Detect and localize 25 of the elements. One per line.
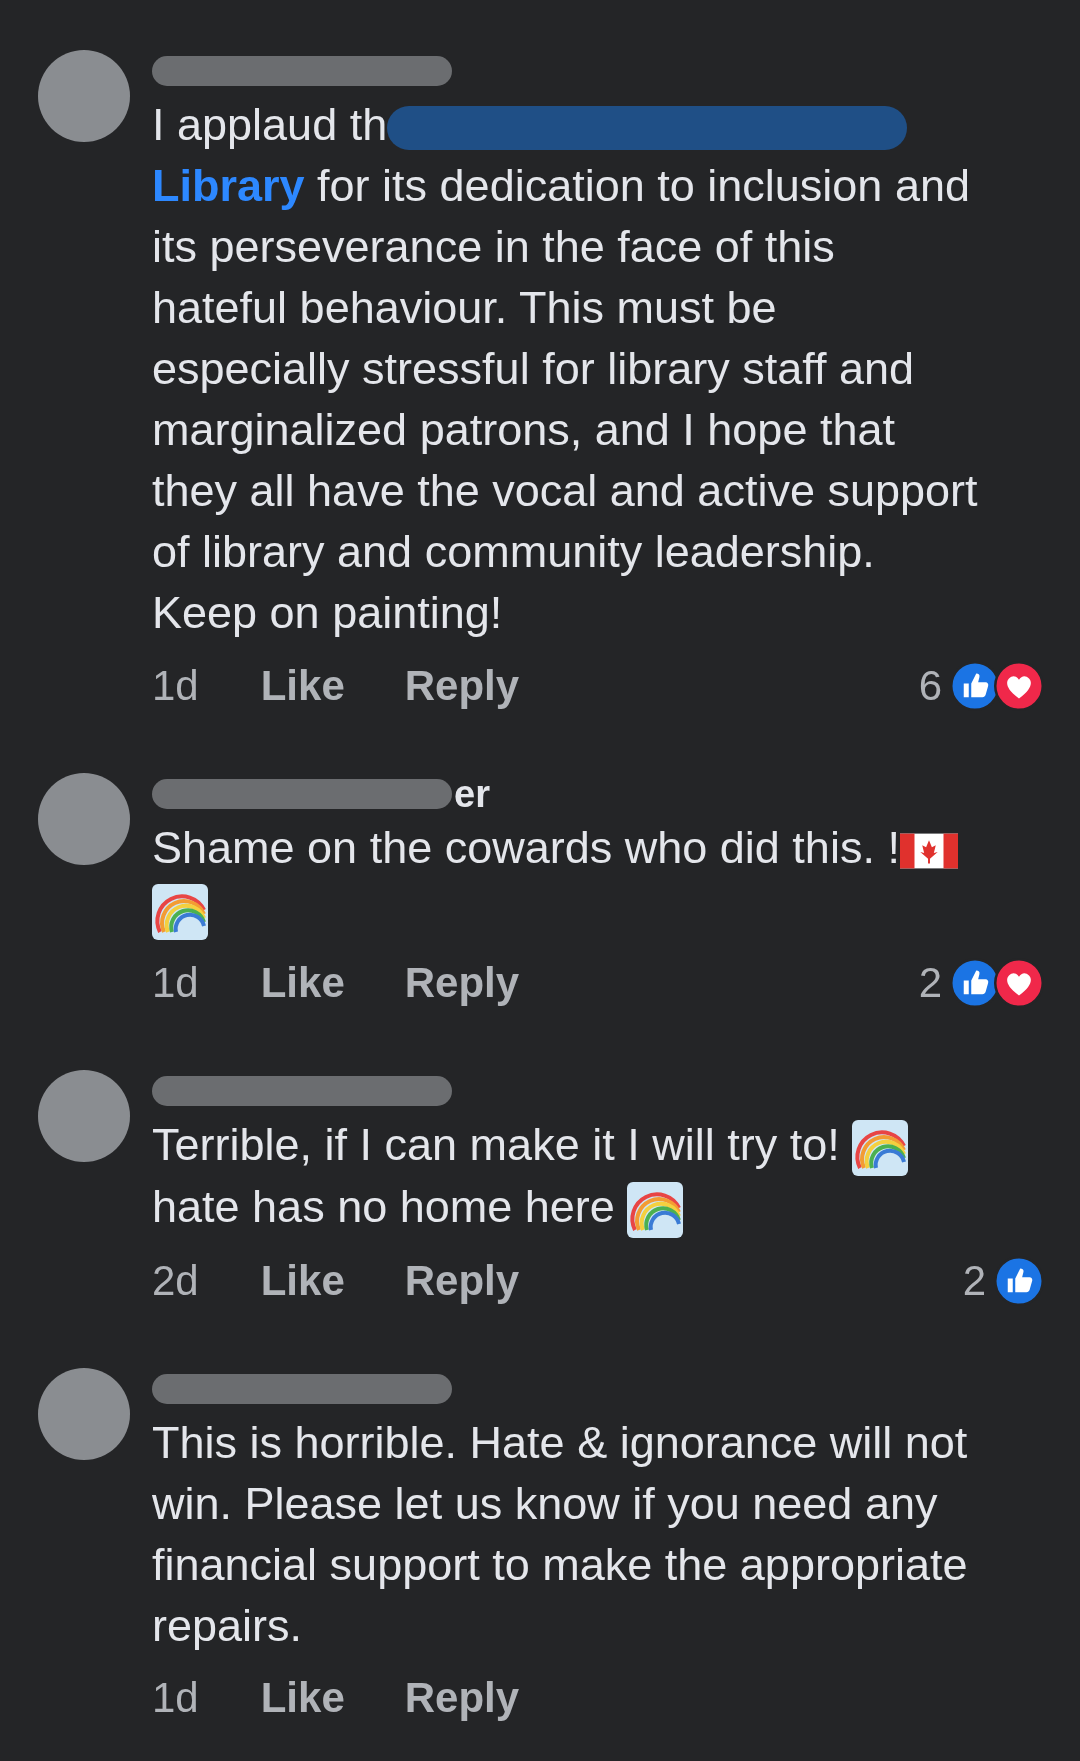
commenter-name[interactable]: er bbox=[454, 772, 490, 816]
rainbow-icon bbox=[627, 1182, 684, 1239]
reply-button[interactable]: Reply bbox=[404, 1257, 520, 1306]
thumbs-up-icon[interactable] bbox=[994, 1256, 1044, 1307]
comment-text: I applaud th Library for its dedication to inclusion and its perseverance in the face of this hateful behaviour. This must be especially stressful for library staff and marginalized patrons, and I hope that they all have the vocal and active support of library and community leadership. Keep on painting! bbox=[152, 98, 979, 640]
comment-text: Terrible, if I can make it I will try to! hate has no home here bbox=[152, 1114, 982, 1239]
reaction-count: 6 bbox=[918, 662, 942, 710]
timestamp: 1d bbox=[152, 662, 199, 710]
timestamp: 1d bbox=[152, 959, 199, 1008]
like-button[interactable]: Like bbox=[260, 662, 345, 710]
like-button[interactable]: Like bbox=[260, 959, 345, 1008]
comment-text: Shame on the cowards who did this. ! bbox=[152, 817, 982, 941]
reply-button[interactable]: Reply bbox=[404, 662, 520, 710]
rainbow-icon bbox=[152, 884, 208, 941]
reaction-count: 2 bbox=[918, 959, 942, 1008]
timestamp: 1d bbox=[152, 1674, 199, 1723]
page-link[interactable]: Library bbox=[152, 160, 305, 211]
like-button[interactable]: Like bbox=[260, 1257, 345, 1306]
comment-text: This is horrible. Hate & ignorance will not win. Please let us know if you need any financial support to make the appropriate repairs. bbox=[152, 1416, 969, 1654]
like-button[interactable]: Like bbox=[260, 1674, 345, 1723]
reaction-count: 2 bbox=[962, 1257, 986, 1306]
reply-button[interactable]: Reply bbox=[404, 959, 520, 1008]
reply-button[interactable]: Reply bbox=[404, 1674, 520, 1723]
rainbow-icon bbox=[852, 1120, 909, 1177]
timestamp: 2d bbox=[152, 1257, 199, 1306]
